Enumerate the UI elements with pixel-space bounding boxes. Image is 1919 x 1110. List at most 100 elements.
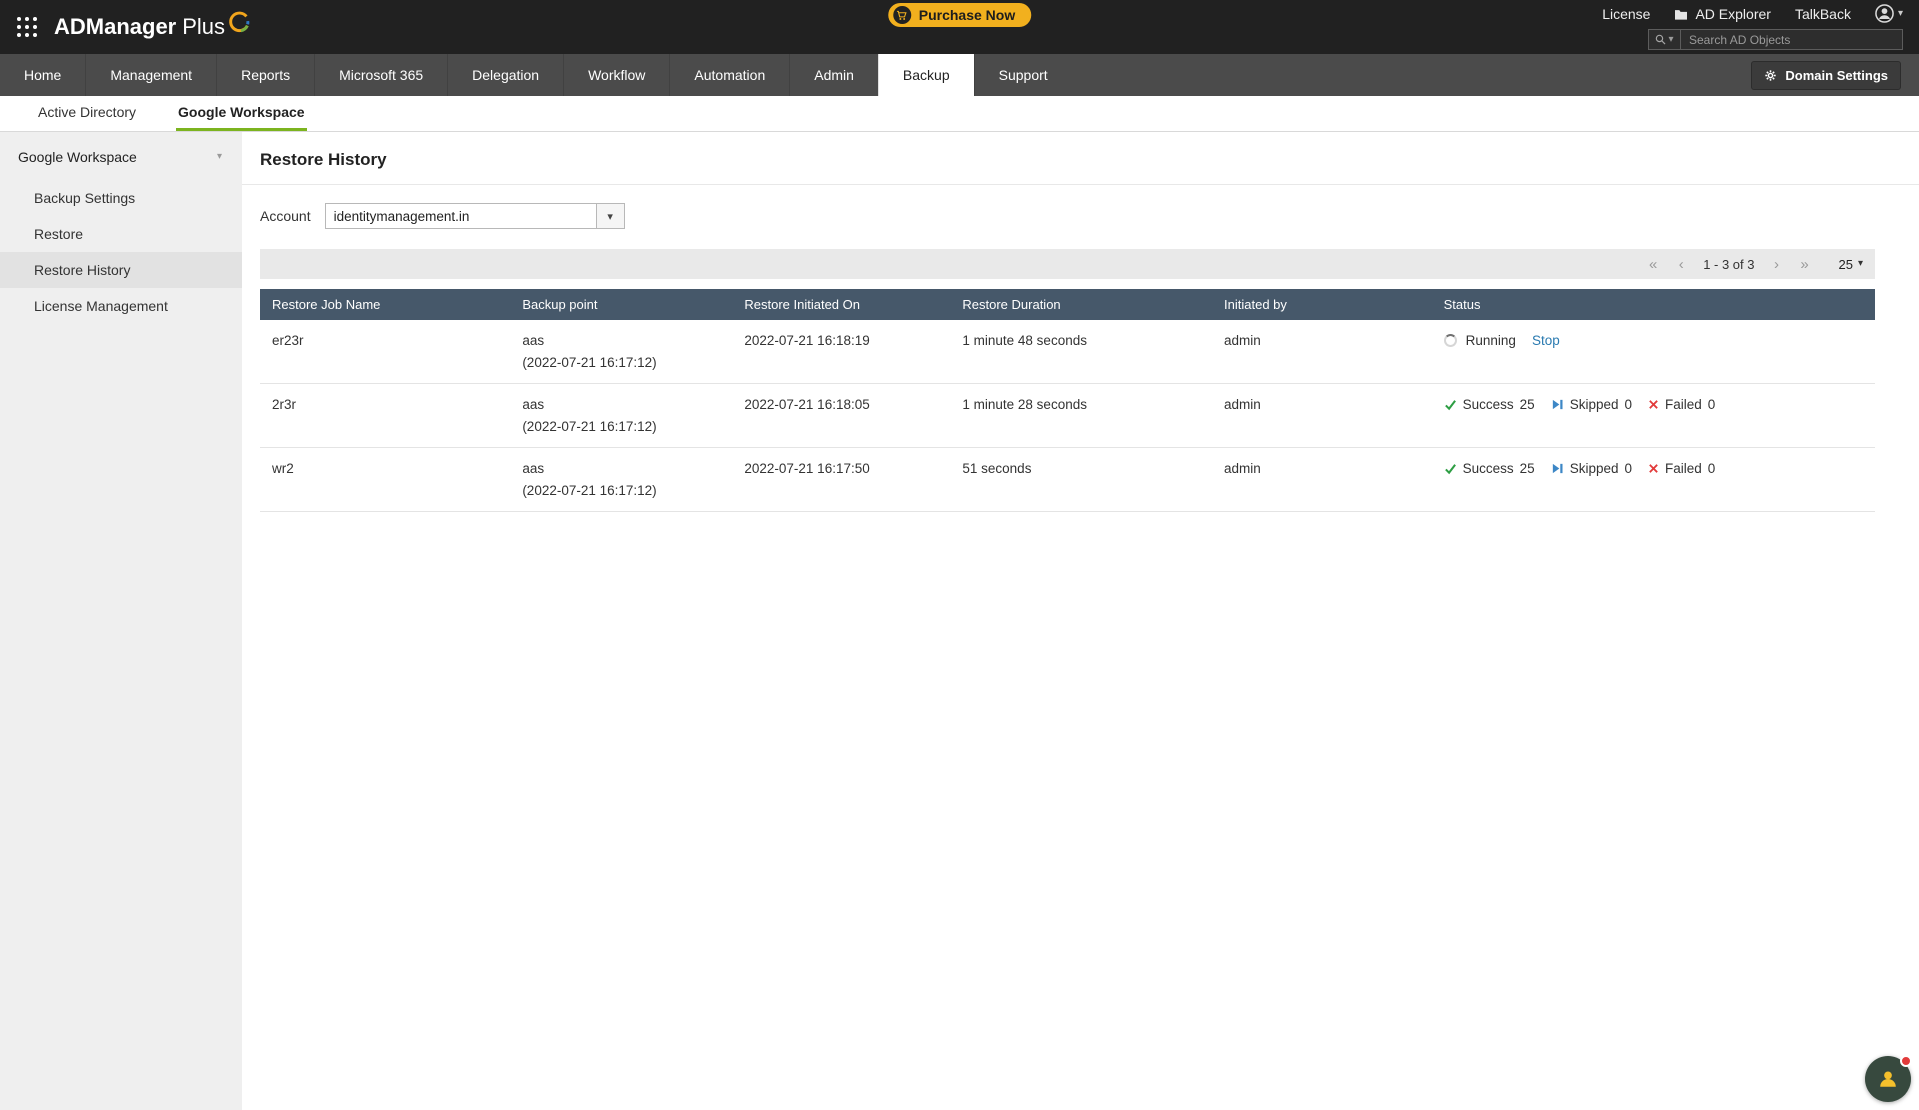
gear-icon — [1764, 69, 1777, 82]
sidebar-group-label: Google Workspace — [18, 149, 137, 165]
main-content: Restore History Account identitymanageme… — [242, 132, 1919, 1110]
tab-backup[interactable]: Backup — [877, 54, 974, 96]
account-row: Account identitymanagement.in ▾ — [242, 185, 1919, 245]
account-select[interactable]: identitymanagement.in ▾ — [324, 203, 625, 229]
sidebar-item-backup-settings[interactable]: Backup Settings — [0, 180, 242, 216]
talkback-label: TalkBack — [1794, 5, 1851, 22]
sidebar-item-restore-history[interactable]: Restore History — [0, 252, 242, 288]
failed-count: 0 — [1707, 397, 1716, 412]
sidebar: Google Workspace ▾ Backup Settings Resto… — [0, 132, 242, 1110]
page-size-select[interactable]: 25 ▾ — [1839, 257, 1864, 272]
skipped-count: 0 — [1624, 397, 1633, 412]
top-header: ADManager Plus Purchase Now License AD E… — [0, 0, 1919, 54]
backup-point-time: (2022-07-21 16:17:12) — [522, 483, 657, 498]
chat-person-icon — [1876, 1067, 1900, 1091]
chevron-down-icon: ▾ — [595, 204, 624, 228]
tab-management[interactable]: Management — [85, 54, 216, 96]
failed-status: Failed 0 — [1648, 397, 1715, 412]
search-icon — [1655, 34, 1666, 45]
skip-icon — [1551, 398, 1564, 411]
tab-workflow[interactable]: Workflow — [563, 54, 669, 96]
tab-admin[interactable]: Admin — [789, 54, 878, 96]
folder-icon — [1674, 8, 1688, 20]
initiated-by-cell: admin — [1224, 333, 1261, 348]
check-icon — [1444, 398, 1457, 411]
search-scope-button[interactable]: ▾ — [1649, 30, 1681, 49]
tab-delegation[interactable]: Delegation — [447, 54, 563, 96]
check-icon — [1444, 462, 1457, 475]
prev-page-button[interactable]: ‹ — [1673, 256, 1689, 273]
ad-objects-search: ▾ — [1648, 29, 1903, 50]
table-row: 2r3r aas (2022-07-21 16:17:12) 2022-07-2… — [260, 384, 1875, 448]
logo-swoosh-icon — [227, 10, 251, 34]
backup-point-time: (2022-07-21 16:17:12) — [522, 419, 657, 434]
job-name-cell: 2r3r — [272, 397, 297, 412]
job-name-cell: er23r — [272, 333, 304, 348]
initiated-on-cell: 2022-07-21 16:18:05 — [744, 397, 870, 412]
skipped-count: 0 — [1624, 461, 1633, 476]
initiated-by-cell: admin — [1224, 461, 1261, 476]
subtab-google-workspace[interactable]: Google Workspace — [176, 96, 307, 131]
tab-home[interactable]: Home — [0, 54, 85, 96]
purchase-now-button[interactable]: Purchase Now — [887, 3, 1032, 27]
talkback-link[interactable]: TalkBack — [1795, 6, 1851, 22]
skipped-label: Skipped — [1569, 397, 1619, 412]
success-status: Success 25 — [1444, 397, 1535, 412]
support-chat-button[interactable] — [1865, 1055, 1912, 1102]
last-page-button[interactable]: » — [1797, 256, 1813, 273]
page-body: Google Workspace ▾ Backup Settings Resto… — [0, 132, 1919, 1110]
duration-cell: 1 minute 48 seconds — [962, 333, 1087, 348]
status-cell: Running Stop — [1432, 320, 1875, 383]
account-select-value: identitymanagement.in — [333, 208, 470, 224]
success-count: 25 — [1519, 461, 1535, 476]
chevron-down-icon: ▾ — [1668, 33, 1674, 45]
tab-support[interactable]: Support — [973, 54, 1072, 96]
license-label: License — [1602, 5, 1651, 22]
first-page-button[interactable]: « — [1645, 256, 1661, 273]
table-row: er23r aas (2022-07-21 16:17:12) 2022-07-… — [260, 320, 1875, 384]
header-right: License AD Explorer TalkBack ▾ ▾ Search … — [1602, 4, 1903, 50]
ad-explorer-link[interactable]: AD Explorer — [1674, 5, 1771, 22]
status-cell: Success 25 Skipped 0 Failed 0 — [1432, 384, 1875, 447]
app-logo: ADManager Plus — [54, 11, 251, 40]
sidebar-item-license-management[interactable]: License Management — [0, 288, 242, 324]
status-running-label: Running — [1465, 333, 1516, 348]
status-cell: Success 25 Skipped 0 Failed 0 — [1432, 448, 1875, 511]
page-size-value: 25 — [1838, 256, 1853, 272]
search-input[interactable] — [1681, 30, 1902, 49]
page-title: Restore History — [242, 132, 1919, 185]
duration-cell: 51 seconds — [962, 461, 1032, 476]
user-menu[interactable]: ▾ — [1875, 4, 1903, 23]
license-link[interactable]: License — [1602, 6, 1650, 22]
sidebar-item-restore[interactable]: Restore — [0, 216, 242, 252]
column-header-initiated-by: Initiated by — [1224, 297, 1287, 312]
success-label: Success — [1462, 397, 1514, 412]
stop-link[interactable]: Stop — [1532, 333, 1560, 348]
notification-badge — [1900, 1055, 1912, 1067]
sidebar-group-google-workspace[interactable]: Google Workspace ▾ — [0, 132, 242, 180]
tab-microsoft-365[interactable]: Microsoft 365 — [314, 54, 447, 96]
tab-automation[interactable]: Automation — [669, 54, 789, 96]
column-header-initiated-on: Restore Initiated On — [744, 297, 860, 312]
ad-explorer-label: AD Explorer — [1695, 5, 1771, 22]
backup-point-cell: aas (2022-07-21 16:17:12) — [510, 320, 732, 383]
purchase-now-label: Purchase Now — [918, 7, 1016, 23]
job-name-cell: wr2 — [272, 461, 294, 476]
initiated-on-cell: 2022-07-21 16:17:50 — [744, 461, 870, 476]
success-count: 25 — [1519, 397, 1535, 412]
initiated-by-cell: admin — [1224, 397, 1261, 412]
skipped-label: Skipped — [1569, 461, 1619, 476]
chevron-down-icon: ▾ — [216, 151, 222, 162]
tab-reports[interactable]: Reports — [216, 54, 314, 96]
domain-settings-button[interactable]: Domain Settings — [1751, 60, 1901, 90]
failed-label: Failed — [1665, 397, 1702, 412]
next-page-button[interactable]: › — [1769, 256, 1785, 273]
domain-settings-label: Domain Settings — [1785, 67, 1888, 83]
logo-suffix-text: Plus — [182, 14, 226, 39]
skipped-status: Skipped 0 — [1551, 461, 1632, 476]
subtab-active-directory[interactable]: Active Directory — [36, 96, 138, 131]
initiated-on-cell: 2022-07-21 16:18:19 — [744, 333, 870, 348]
apps-grid-icon[interactable] — [16, 16, 38, 38]
main-nav: Home Management Reports Microsoft 365 De… — [0, 54, 1919, 96]
column-header-backup-point: Backup point — [522, 297, 598, 312]
